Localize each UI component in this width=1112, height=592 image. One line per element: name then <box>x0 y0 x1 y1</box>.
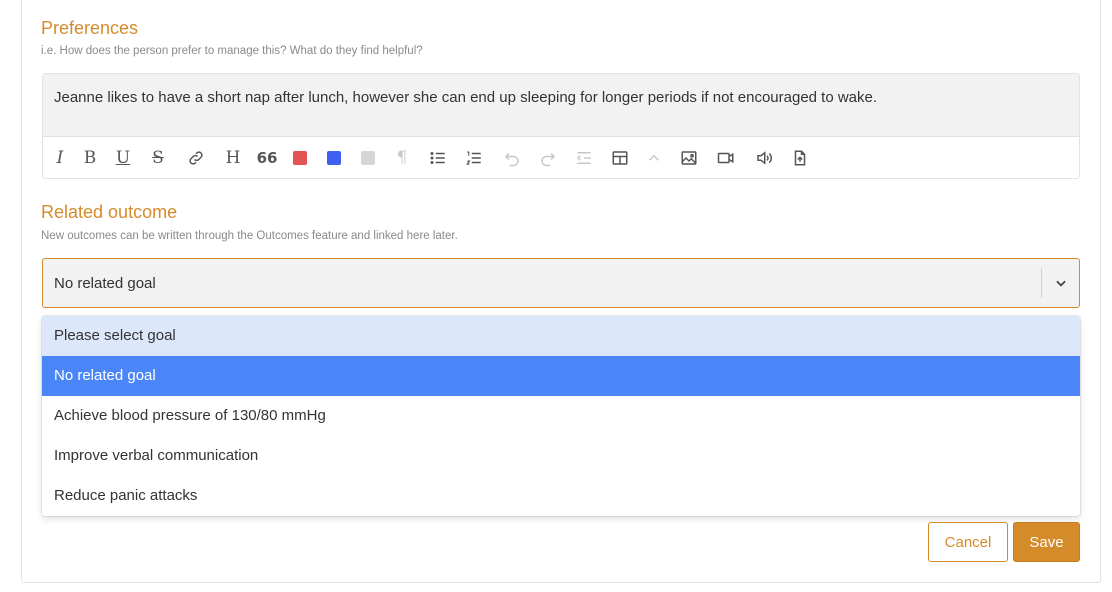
collapse-icon[interactable] <box>643 147 665 169</box>
italic-icon[interactable]: I <box>49 147 71 169</box>
table-icon[interactable] <box>609 147 631 169</box>
link-icon[interactable] <box>185 147 207 169</box>
file-upload-icon[interactable] <box>789 147 811 169</box>
cancel-button[interactable]: Cancel <box>928 522 1008 562</box>
option-please-select-goal[interactable]: Please select goal <box>42 316 1080 356</box>
option-verbal-communication[interactable]: Improve verbal communication <box>42 436 1080 476</box>
bullet-list-icon[interactable] <box>427 147 449 169</box>
color-red-icon[interactable] <box>289 147 311 169</box>
image-icon[interactable] <box>678 147 700 169</box>
strikethrough-icon[interactable]: S <box>147 147 169 169</box>
undo-icon[interactable] <box>501 147 523 169</box>
preferences-editor[interactable]: Jeanne likes to have a short nap after l… <box>42 73 1080 179</box>
paragraph-icon[interactable]: ¶ <box>391 147 413 169</box>
option-reduce-panic-attacks[interactable]: Reduce panic attacks <box>42 476 1080 516</box>
related-outcome-title: Related outcome <box>41 202 178 222</box>
related-outcome-hint: New outcomes can be written through the … <box>41 230 458 242</box>
bold-icon[interactable]: B <box>79 147 101 169</box>
preferences-title: Preferences <box>41 18 139 38</box>
option-blood-pressure[interactable]: Achieve blood pressure of 130/80 mmHg <box>42 396 1080 436</box>
select-value: No related goal <box>54 275 156 292</box>
editor-content[interactable]: Jeanne likes to have a short nap after l… <box>43 74 1079 137</box>
quote-icon[interactable]: 66 <box>256 147 278 169</box>
related-outcome-select[interactable]: No related goal <box>42 258 1080 308</box>
preferences-hint: i.e. How does the person prefer to manag… <box>41 45 423 57</box>
underline-icon[interactable]: U <box>112 147 134 169</box>
option-no-related-goal[interactable]: No related goal <box>42 356 1080 396</box>
color-gray-icon[interactable] <box>357 147 379 169</box>
editor-toolbar: I B U S H 66 ¶ <box>43 137 1079 178</box>
select-separator <box>1041 268 1042 298</box>
numbered-list-icon[interactable] <box>463 147 485 169</box>
audio-icon[interactable] <box>753 147 775 169</box>
color-blue-icon[interactable] <box>323 147 345 169</box>
outdent-icon[interactable] <box>573 147 595 169</box>
heading-icon[interactable]: H <box>222 147 244 169</box>
redo-icon[interactable] <box>537 147 559 169</box>
save-button[interactable]: Save <box>1013 522 1080 562</box>
chevron-down-icon[interactable] <box>1051 273 1071 293</box>
goal-dropdown-menu: Please select goal No related goal Achie… <box>42 316 1080 516</box>
video-icon[interactable] <box>715 147 737 169</box>
